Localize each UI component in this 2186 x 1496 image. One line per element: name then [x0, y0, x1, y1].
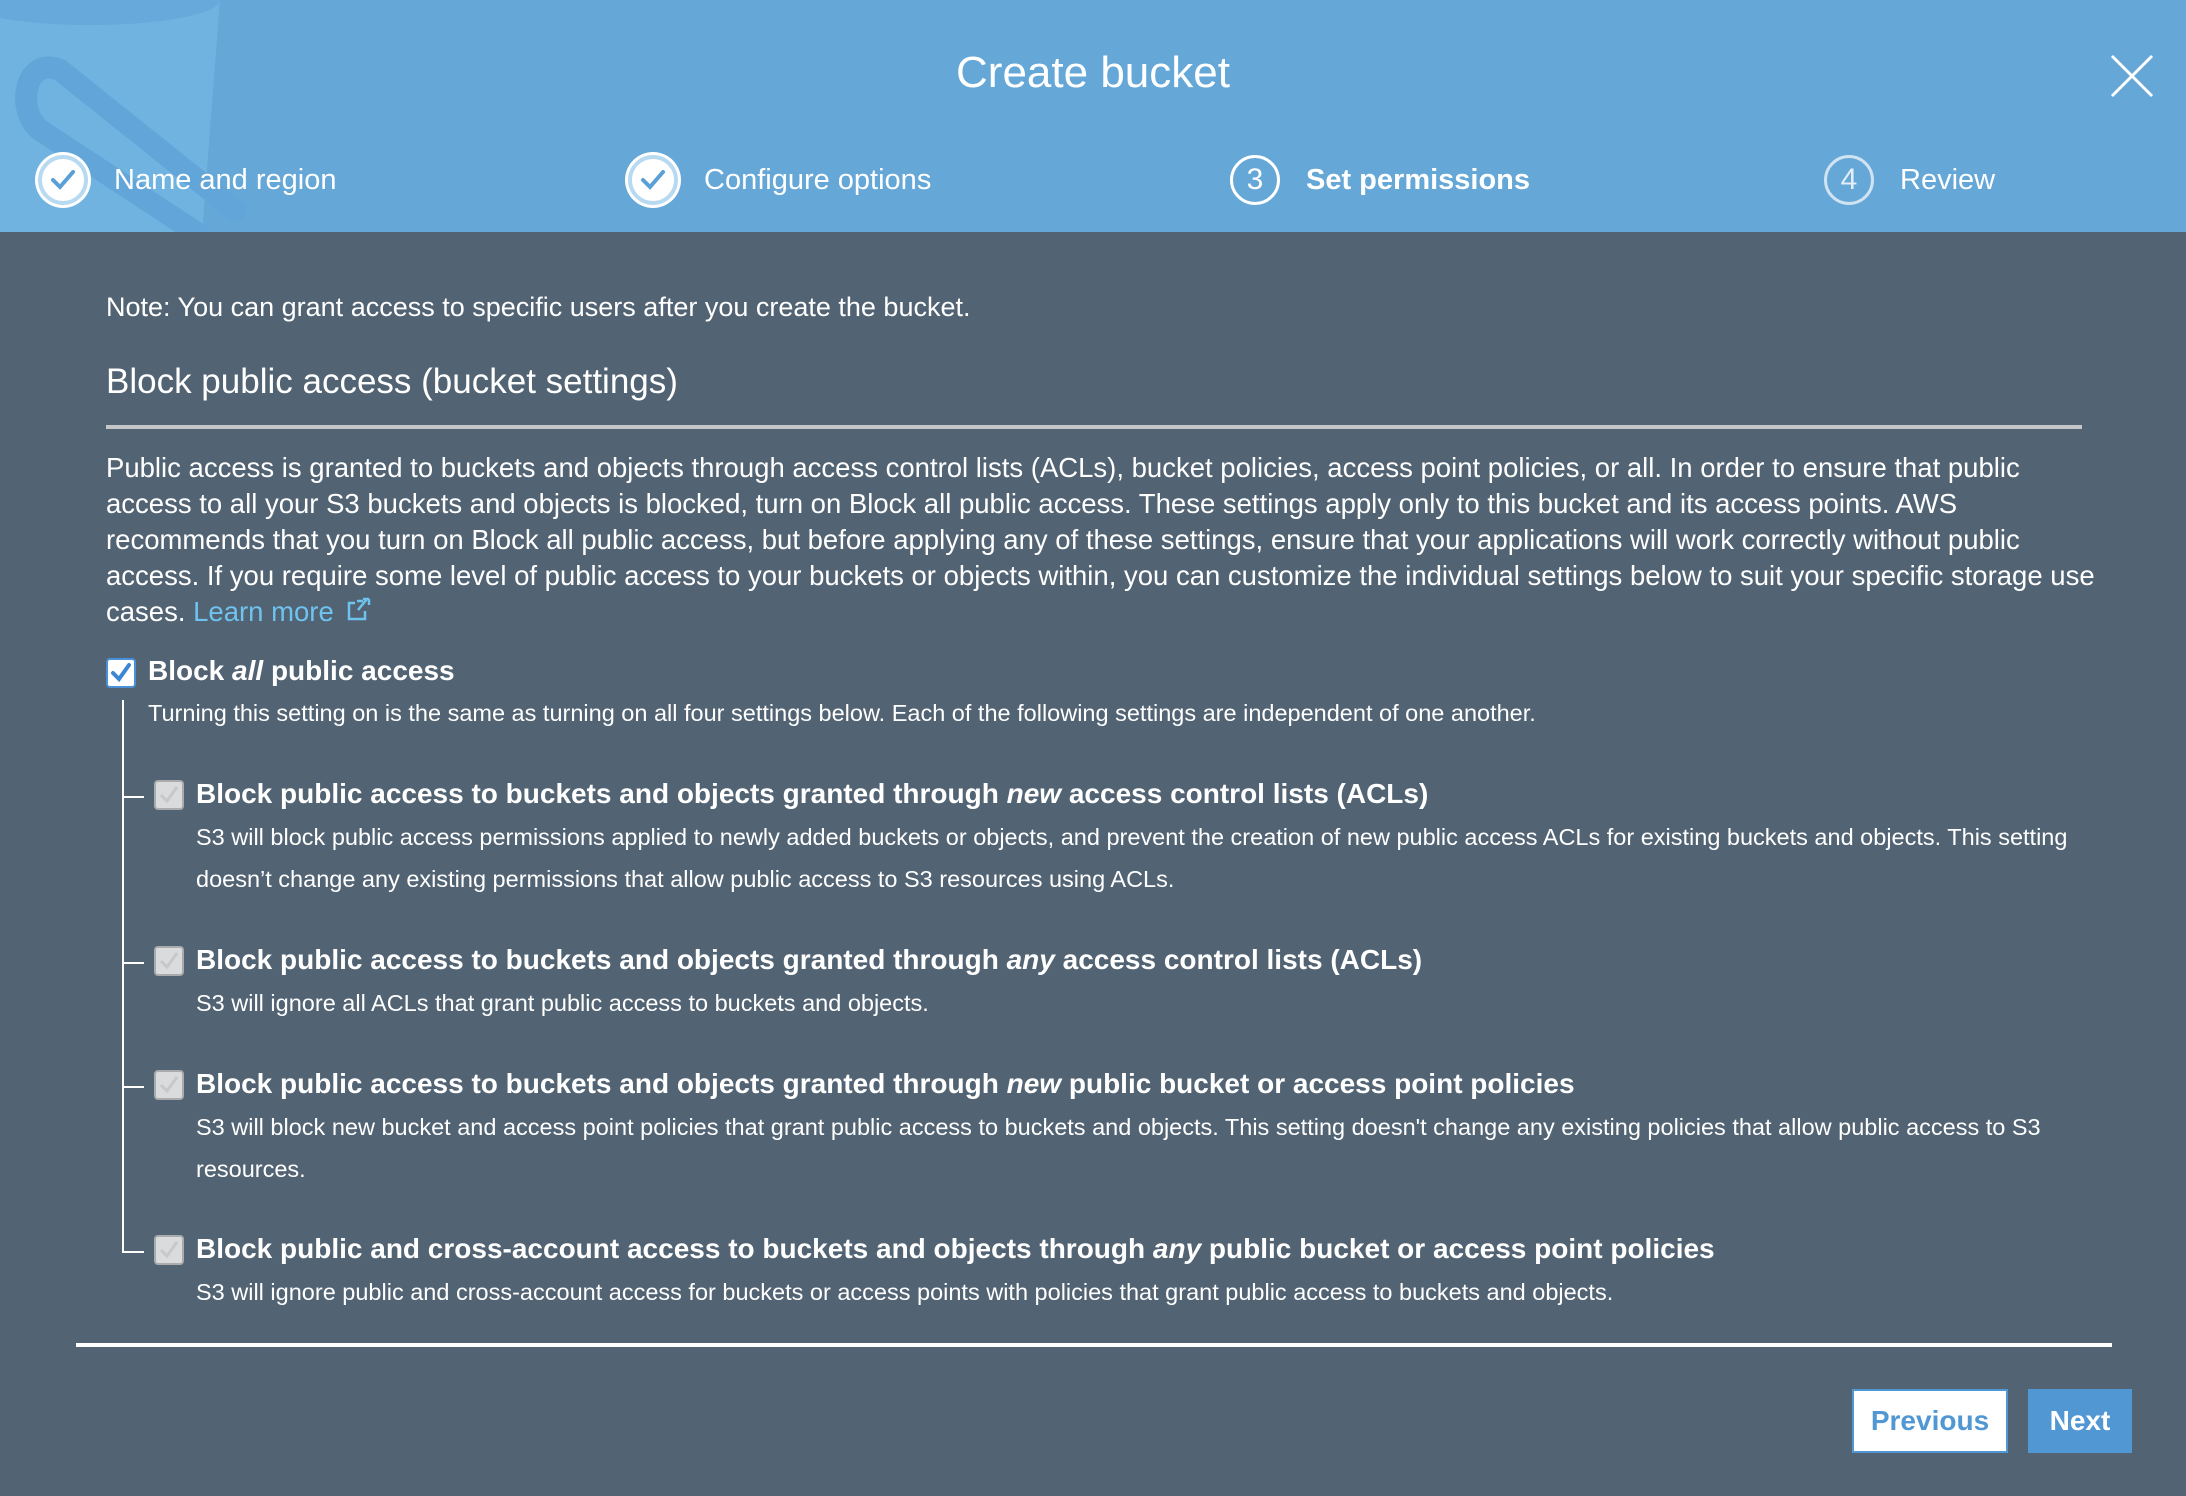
tree-branch	[122, 1086, 144, 1088]
tree-branch	[122, 796, 144, 798]
checkmark-icon	[159, 1076, 179, 1094]
external-link-icon	[348, 597, 371, 621]
block-all-checkbox[interactable]	[106, 658, 136, 688]
heading-divider	[106, 425, 2082, 429]
description-paragraph: Public access is granted to buckets and …	[106, 450, 2096, 630]
block-all-description: Turning this setting on is the same as t…	[148, 700, 1536, 726]
setting-checkbox-new-acls[interactable]	[154, 780, 184, 810]
note-text: Note: You can grant access to specific u…	[106, 292, 971, 322]
previous-button[interactable]: Previous	[1852, 1389, 2008, 1453]
tree-branch	[122, 962, 144, 964]
setting-description: S3 will block public access permissions …	[196, 824, 2068, 892]
checkmark-icon	[159, 952, 179, 970]
checkmark-icon	[159, 1241, 179, 1259]
description-text: Public access is granted to buckets and …	[106, 452, 2095, 627]
setting-title: Block public access to buckets and objec…	[196, 1068, 1575, 1099]
step-number-badge: 4	[1824, 155, 1874, 205]
step-label: Set permissions	[1306, 163, 1531, 196]
step-label: Review	[1900, 163, 1996, 196]
step-label: Configure options	[704, 163, 932, 196]
setting-description: S3 will block new bucket and access poin…	[196, 1114, 2041, 1182]
step-set-permissions[interactable]: 3 Set permissions	[1230, 152, 1530, 208]
setting-title: Block public access to buckets and objec…	[196, 778, 1429, 809]
next-button[interactable]: Next	[2028, 1389, 2132, 1453]
tree-connector	[122, 700, 124, 1252]
setting-title: Block public and cross-account access to…	[196, 1233, 1715, 1264]
dialog-header: Create bucket Name and region Configure …	[0, 0, 2186, 232]
block-all-label[interactable]: Block all public access	[148, 655, 455, 687]
checkmark-icon	[111, 663, 131, 683]
setting-title: Block public access to buckets and objec…	[196, 944, 1423, 975]
step-configure-options[interactable]: Configure options	[628, 152, 931, 208]
section-heading: Block public access (bucket settings)	[106, 362, 678, 401]
setting-description: S3 will ignore all ACLs that grant publi…	[196, 990, 929, 1016]
setting-checkbox-new-policies[interactable]	[154, 1070, 184, 1100]
step-name-and-region[interactable]: Name and region	[38, 152, 336, 208]
setting-checkbox-any-acls[interactable]	[154, 946, 184, 976]
step-review[interactable]: 4 Review	[1824, 152, 1995, 208]
check-circle-icon	[38, 155, 88, 205]
step-label: Name and region	[114, 163, 337, 196]
footer-divider	[76, 1343, 2112, 1347]
setting-checkbox-any-policies[interactable]	[154, 1235, 184, 1265]
tree-branch	[122, 1251, 144, 1253]
checkmark-icon	[159, 786, 179, 804]
check-circle-icon	[628, 155, 678, 205]
dialog-title: Create bucket	[956, 48, 1230, 97]
learn-more-link[interactable]: Learn more	[193, 596, 373, 627]
close-icon[interactable]	[2110, 54, 2154, 98]
step-number-badge: 3	[1230, 155, 1280, 205]
setting-description: S3 will ignore public and cross-account …	[196, 1279, 1614, 1305]
